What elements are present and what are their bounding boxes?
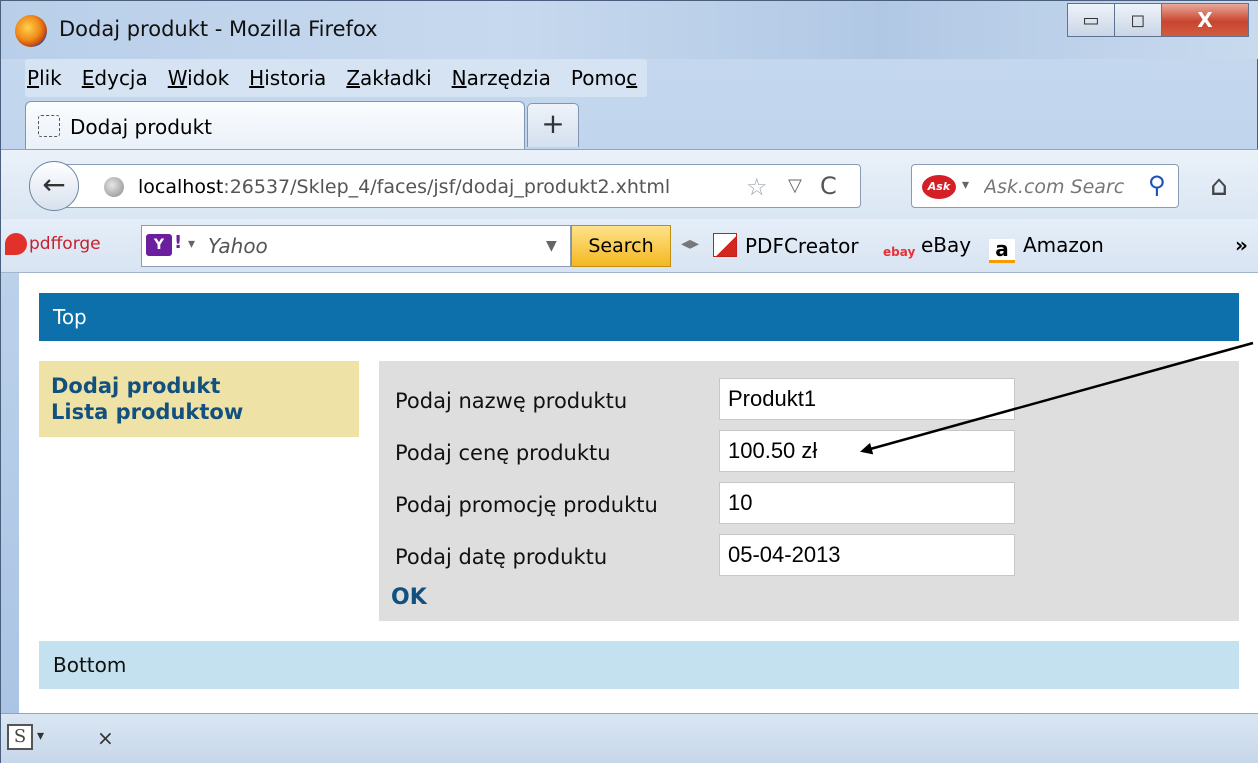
bookmarks-toolbar: pdfforge Y ! ▾ Yahoo ▼ Search ◂▸ PDFCrea… — [1, 219, 1258, 273]
yahoo-history-dropdown-icon[interactable]: ▼ — [546, 238, 557, 254]
product-price-label: Podaj cenę produktu — [395, 441, 611, 465]
link-dodaj-produkt[interactable]: Dodaj produkt — [51, 373, 347, 399]
toolbar-grip-icon[interactable]: ◂▸ — [681, 233, 699, 254]
menu-narzedzia-rest: arzędzia — [466, 66, 551, 90]
title-bar: Dodaj produkt - Mozilla Firefox ▭ ◻ X — [1, 1, 1258, 59]
menu-plik-accel: P — [27, 66, 40, 90]
url-path: :26537/Sklep_4/faces/jsf/dodaj_produkt2.… — [223, 176, 671, 198]
reload-icon[interactable]: C — [820, 172, 837, 200]
product-name-input[interactable] — [719, 378, 1015, 420]
bottom-footer: Bottom — [39, 641, 1239, 689]
search-bar[interactable]: Ask ▾ Ask.com Searc ⚲ — [911, 164, 1179, 208]
yahoo-dropdown-icon[interactable]: ▾ — [188, 236, 195, 252]
firefox-logo-icon[interactable] — [15, 15, 47, 47]
menu-plik-rest: lik — [39, 66, 62, 90]
bookmark-ebay[interactable]: ebay eBay — [883, 233, 971, 264]
menu-edycja-accel: E — [81, 66, 95, 90]
tab-label: Dodaj produkt — [70, 115, 213, 139]
url-bar[interactable]: localhost:26537/Sklep_4/faces/jsf/dodaj_… — [65, 164, 861, 208]
pdfforge-icon — [5, 233, 27, 255]
menu-edycja[interactable]: Edycja — [82, 66, 148, 90]
home-button[interactable]: ⌂ — [1197, 164, 1241, 208]
status-bar: S ▾ × — [1, 713, 1258, 763]
menu-historia-accel: H — [249, 66, 265, 90]
tab-dodaj-produkt[interactable]: Dodaj produkt — [25, 101, 525, 149]
bookmark-pdfcreator-label: PDFCreator — [745, 234, 859, 258]
product-price-input[interactable] — [719, 430, 1015, 472]
menu-widok-accel: W — [167, 66, 188, 90]
menu-bar: Plik Edycja Widok Historia Zakładki Narz… — [25, 59, 648, 97]
menu-plik[interactable]: Plik — [27, 66, 62, 90]
product-name-label: Podaj nazwę produktu — [395, 389, 628, 413]
top-header: Top — [39, 293, 1239, 341]
menu-widok[interactable]: Widok — [168, 66, 229, 90]
menu-historia[interactable]: Historia — [249, 66, 326, 90]
new-tab-button[interactable]: + — [527, 103, 579, 147]
menu-zakladki-rest: akładki — [360, 66, 432, 90]
left-navigation: Dodaj produkt Lista produktow — [39, 361, 359, 437]
menu-narzedzia-accel: N — [451, 66, 467, 90]
bookmark-pdfcreator[interactable]: PDFCreator — [713, 233, 859, 258]
window-controls: ▭ ◻ X — [1067, 3, 1249, 37]
s-addon-icon[interactable]: S — [7, 724, 33, 750]
menu-pomoc-prefix: Pomo — [570, 66, 627, 90]
product-date-label: Podaj datę produktu — [395, 545, 608, 569]
menu-pomoc[interactable]: Pomoc — [571, 66, 637, 90]
url-text[interactable]: localhost:26537/Sklep_4/faces/jsf/dodaj_… — [138, 176, 670, 198]
site-identity-icon[interactable] — [104, 177, 124, 197]
product-form: Podaj nazwę produktu Podaj cenę produktu… — [379, 361, 1239, 621]
browser-window: Dodaj produkt - Mozilla Firefox ▭ ◻ X Pl… — [0, 0, 1258, 763]
ebay-icon: ebay — [883, 245, 916, 259]
pdfforge-label: pdfforge — [29, 234, 101, 254]
menu-pomoc-accel: c — [626, 66, 638, 90]
close-window-button[interactable]: X — [1161, 3, 1249, 37]
yahoo-exclamation-icon: ! — [174, 232, 183, 253]
tab-strip: Dodaj produkt + — [1, 99, 1258, 149]
s-addon-dropdown-icon[interactable]: ▾ — [37, 728, 44, 744]
maximize-button[interactable]: ◻ — [1114, 3, 1162, 37]
link-lista-produktow[interactable]: Lista produktow — [51, 399, 347, 425]
yahoo-search-button[interactable]: Search — [571, 225, 671, 267]
product-promo-input[interactable] — [719, 482, 1015, 524]
bookmark-amazon-label: Amazon — [1023, 233, 1104, 257]
search-go-icon[interactable]: ⚲ — [1148, 171, 1166, 199]
menu-narzedzia[interactable]: Narzędzia — [452, 66, 551, 90]
ask-engine-icon[interactable]: Ask — [922, 175, 956, 199]
product-date-input[interactable] — [719, 534, 1015, 576]
url-history-dropdown-icon[interactable]: ▽ — [788, 175, 802, 196]
url-host: localhost — [138, 176, 224, 198]
pdfforge-button[interactable]: pdfforge — [5, 233, 101, 255]
minimize-button[interactable]: ▭ — [1067, 3, 1115, 37]
search-input[interactable]: Ask.com Searc — [984, 176, 1144, 198]
bookmark-star-icon[interactable]: ☆ — [746, 173, 768, 201]
window-title: Dodaj produkt - Mozilla Firefox — [59, 17, 378, 41]
bookmark-amazon[interactable]: a Amazon — [989, 233, 1104, 263]
menu-widok-rest: idok — [187, 66, 230, 90]
yahoo-logo-icon: Y — [146, 234, 172, 256]
page-favicon-icon — [38, 115, 60, 137]
search-engine-dropdown-icon[interactable]: ▾ — [962, 177, 969, 193]
amazon-icon: a — [989, 239, 1015, 263]
page-viewport: Top Dodaj produkt Lista produktow Podaj … — [19, 273, 1258, 713]
menu-zakladki-accel: Z — [346, 66, 361, 90]
yahoo-search-field[interactable]: Y ! ▾ Yahoo ▼ — [141, 225, 571, 267]
menu-edycja-rest: dycja — [94, 66, 148, 90]
ok-button[interactable]: OK — [391, 585, 427, 610]
more-bookmarks-chevron-icon[interactable]: » — [1235, 233, 1248, 257]
menu-historia-rest: istoria — [264, 66, 327, 90]
product-promo-label: Podaj promocję produktu — [395, 493, 658, 517]
yahoo-search-input[interactable]: Yahoo — [208, 234, 268, 258]
back-button[interactable]: ← — [29, 161, 79, 211]
close-addon-bar-icon[interactable]: × — [97, 726, 114, 750]
pdf-icon — [713, 233, 737, 257]
menu-zakladki[interactable]: Zakładki — [346, 66, 431, 90]
navigation-toolbar: localhost:26537/Sklep_4/faces/jsf/dodaj_… — [1, 149, 1258, 219]
bookmark-ebay-label: eBay — [921, 233, 972, 257]
